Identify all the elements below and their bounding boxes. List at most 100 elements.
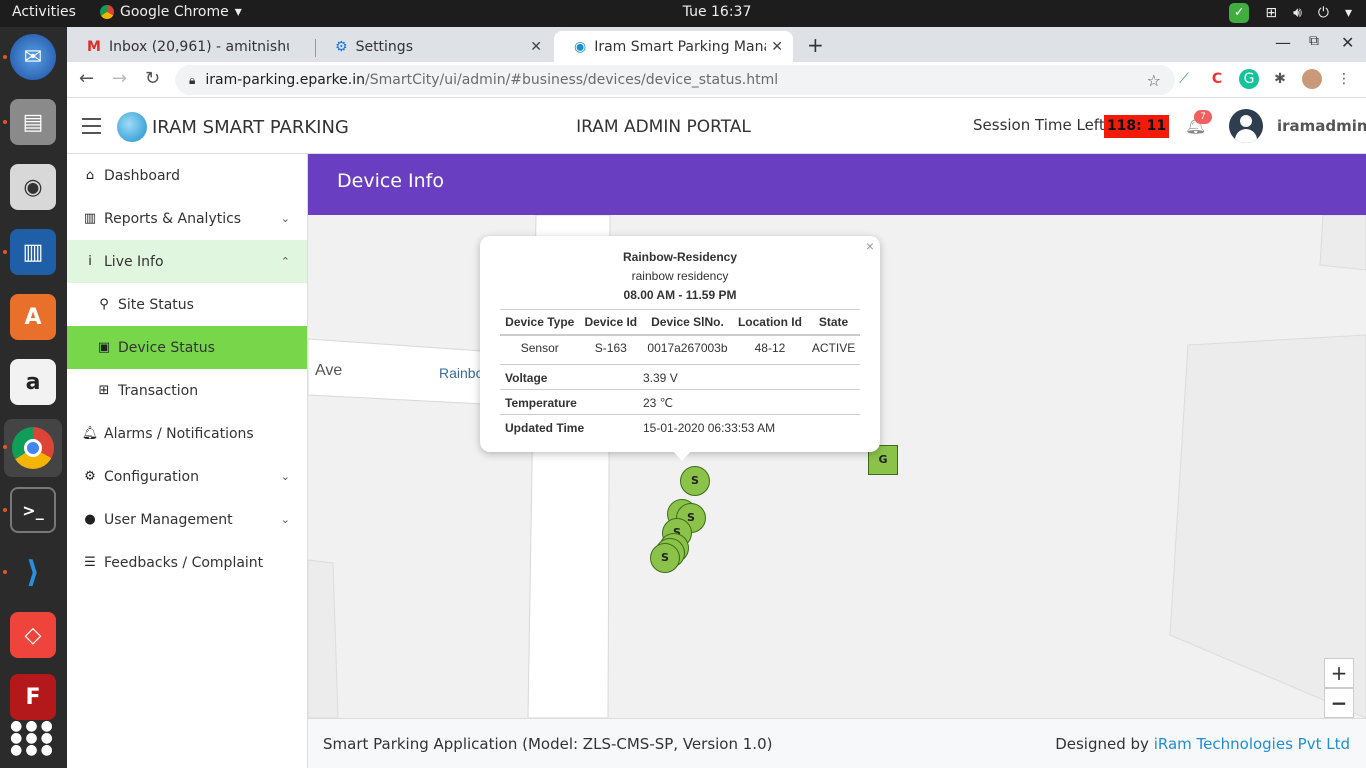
power-icon: ⏻ (1317, 5, 1329, 21)
system-top-bar: Activities Google Chrome ▾ Tue 16:37 ✓ ⊞… (0, 0, 1366, 27)
sidebar-item-site-status[interactable]: ⚲ Site Status (67, 283, 307, 326)
user-icon: ● (84, 512, 96, 527)
software-center-icon[interactable]: A (10, 294, 56, 340)
column-header: Device Type (500, 309, 580, 336)
table-cell: 48-12 (754, 340, 786, 355)
sidebar-item-transaction[interactable]: ⊞ Transaction (67, 369, 307, 412)
zoom-in-button[interactable]: + (1324, 658, 1354, 688)
username[interactable]: iramadmin (1277, 117, 1366, 135)
company-link[interactable]: iRam Technologies Pvt Ltd (1154, 735, 1350, 753)
close-window-icon[interactable]: ✕ (1341, 33, 1354, 52)
zoom-out-button[interactable]: − (1324, 688, 1354, 718)
dock: ✉ ▤ ◉ ▥ A a >_ ⟩ ◇ F ●●● ●●● ●●● (0, 27, 67, 768)
app-header: IRAM SMART PARKING IRAM ADMIN PORTAL Ses… (67, 99, 1366, 154)
sensor-marker[interactable]: S (650, 543, 680, 573)
sidebar-item-label: Transaction (118, 382, 199, 399)
thunderbird-icon[interactable]: ✉ (10, 34, 56, 80)
notification-count-badge: 7 (1194, 110, 1212, 124)
url-host: iram-parking.eparke.in (205, 72, 366, 88)
extension-icon[interactable]: ⟋ (1174, 69, 1194, 89)
security-check-icon[interactable]: ✓ (1229, 3, 1250, 23)
chevron-down-icon: ⌄ (280, 212, 290, 225)
avatar[interactable] (1229, 109, 1263, 143)
show-apps-icon[interactable]: ●●● ●●● ●●● (10, 715, 56, 761)
anydesk-icon[interactable]: ◇ (10, 612, 56, 658)
temperature-row: Temperature 23 ℃ (500, 389, 860, 414)
forward-icon[interactable]: → (112, 68, 127, 89)
tab-iram-parking[interactable]: ◉ Iram Smart Parking Mana ✕ (554, 31, 793, 62)
chevron-down-icon: ⌄ (280, 470, 290, 483)
filezilla-icon[interactable]: F (10, 674, 56, 720)
column-header: Device SlNo. (642, 309, 733, 336)
close-tab-icon[interactable]: ✕ (530, 39, 542, 55)
table-cell: ACTIVE (811, 340, 856, 355)
caret-down-icon: ▾ (1344, 5, 1352, 21)
writer-icon[interactable]: ▥ (10, 229, 56, 275)
sidebar-item-label: Reports & Analytics (104, 210, 242, 227)
profile-avatar-icon[interactable] (1302, 69, 1322, 89)
device-table: Device Type Device Id Device SlNo. Locat… (500, 309, 860, 360)
close-tab-icon[interactable]: ✕ (771, 39, 783, 55)
clock[interactable]: Tue 16:37 (0, 4, 1366, 20)
gear-icon: ⚙ (335, 38, 348, 55)
map-marker-icon: ⚲ (99, 297, 109, 312)
reload-icon[interactable]: ↻ (145, 68, 160, 89)
vscode-icon[interactable]: ⟩ (10, 549, 56, 595)
files-icon[interactable]: ▤ (10, 99, 56, 145)
gmail-icon: M (87, 38, 101, 55)
home-icon: ⌂ (85, 168, 95, 183)
sidebar-item-feedbacks[interactable]: ☰ Feedbacks / Complaint (67, 541, 307, 584)
column-header: Device Id (579, 309, 643, 336)
sensor-marker[interactable]: S (680, 466, 710, 496)
temperature-value: 23 ℃ (643, 396, 674, 410)
minimize-icon[interactable]: — (1275, 33, 1291, 52)
running-indicator (3, 445, 7, 449)
sidebar-item-label: Feedbacks / Complaint (104, 554, 264, 571)
tab-inbox[interactable]: M Inbox (20,961) - amitnishu (67, 31, 315, 62)
browser-toolbar: ← → ↻ 🔒︎ iram-parking.eparke.in/SmartCit… (67, 62, 1366, 98)
street-label: Rainbo (439, 365, 484, 381)
updated-time-label: Updated Time (505, 421, 585, 435)
back-icon[interactable]: ← (79, 68, 94, 89)
popup-hours: 08.00 AM - 11.59 PM (623, 288, 737, 302)
address-bar[interactable]: 🔒︎ iram-parking.eparke.in/SmartCity/ui/a… (175, 65, 1175, 95)
amazon-icon[interactable]: a (10, 359, 56, 405)
sidebar-item-label: User Management (104, 511, 233, 528)
sidebar-item-device-status[interactable]: ▣ Device Status (67, 326, 307, 369)
sidebar-item-dashboard[interactable]: ⌂ Dashboard (67, 154, 307, 197)
terminal-icon[interactable]: >_ (10, 487, 56, 533)
puzzle-icon[interactable]: ✱ (1270, 69, 1290, 89)
extension-icon[interactable]: C (1207, 69, 1227, 89)
table-header-row: Device Type Device Id Device SlNo. Locat… (500, 309, 860, 336)
sidebar-item-reports[interactable]: ▥ Reports & Analytics ⌄ (67, 197, 307, 240)
voltage-label: Voltage (505, 371, 548, 385)
new-tab-button[interactable]: + (807, 33, 824, 57)
menu-kebab-icon[interactable]: ⋮ (1334, 69, 1354, 89)
grammarly-icon[interactable]: G (1239, 69, 1259, 89)
sidebar-item-alarms[interactable]: 🔔︎ Alarms / Notifications (67, 412, 307, 455)
maximize-icon[interactable]: ⧉ (1309, 33, 1319, 49)
session-timer: 118: 11 (1104, 115, 1169, 138)
chevron-up-icon: ⌃ (280, 255, 290, 268)
sidebar-item-label: Dashboard (104, 167, 180, 184)
rhythmbox-icon[interactable]: ◉ (10, 164, 56, 210)
bell-icon: 🔔︎ (81, 426, 99, 441)
table-cell: Sensor (520, 340, 559, 355)
sidebar-item-live-info[interactable]: i Live Info ⌃ (67, 240, 307, 283)
chrome-dock-icon[interactable] (4, 419, 62, 477)
bookmark-star-icon[interactable]: ☆ (1147, 71, 1161, 90)
running-indicator (3, 120, 7, 124)
system-tray[interactable]: ✓ ⊞ 🔊︎ ⏻ ▾ (1229, 3, 1352, 23)
column-header: State (807, 309, 860, 336)
chevron-down-icon: ⌄ (280, 513, 290, 526)
chip-icon: ▣ (97, 340, 111, 355)
street-label: Ave (315, 362, 343, 379)
site-favicon-icon: ◉ (574, 38, 587, 55)
running-indicator (3, 508, 7, 512)
sidebar-item-user-management[interactable]: ● User Management ⌄ (67, 498, 307, 541)
running-indicator (3, 570, 7, 574)
footer-app-info: Smart Parking Application (Model: ZLS-CM… (323, 735, 773, 753)
tab-settings[interactable]: ⚙ Settings ✕ (315, 31, 552, 62)
page-title-bar: Device Info (308, 154, 1366, 215)
sidebar-item-configuration[interactable]: ⚙ Configuration ⌄ (67, 455, 307, 498)
